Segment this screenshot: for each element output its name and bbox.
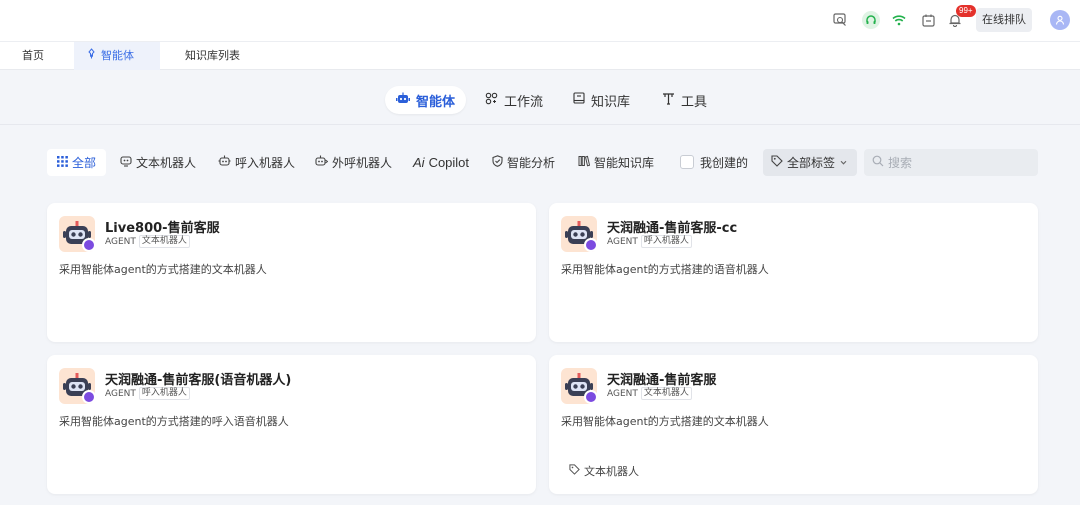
filter-label: 呼入机器人 xyxy=(235,156,296,170)
tag-icon xyxy=(569,464,580,478)
filter-smart-knowledge[interactable]: 智能知识库 xyxy=(578,149,654,176)
segment-label: 工具 xyxy=(681,94,708,110)
card-title: 天润融通-售前客服 xyxy=(607,373,717,388)
card-description: 采用智能体agent的方式搭建的文本机器人 xyxy=(59,263,267,276)
chat-search-icon[interactable] xyxy=(832,12,848,28)
segment-label: 工作流 xyxy=(504,94,544,110)
filter-text-bot[interactable]: 文本机器人 xyxy=(120,149,196,176)
card-category: 呼入机器人 xyxy=(138,387,190,400)
shield-icon xyxy=(492,155,503,170)
filter-copilot[interactable]: Ai Copilot xyxy=(413,149,469,176)
ai-icon: Ai xyxy=(413,155,425,170)
agent-card[interactable]: 天润融通-售前客服-cc AGENT 呼入机器人 采用智能体agent的方式搭建… xyxy=(549,203,1038,342)
card-meta: AGENT 呼入机器人 xyxy=(607,235,692,248)
tab-label: 智能体 xyxy=(101,49,134,62)
filter-outbound-bot[interactable]: 外呼机器人 xyxy=(315,149,392,176)
agent-badge-icon xyxy=(82,390,96,404)
search-icon xyxy=(872,155,884,170)
agent-card[interactable]: Live800-售前客服 AGENT 文本机器人 采用智能体agent的方式搭建… xyxy=(47,203,536,342)
inbound-bot-icon xyxy=(218,155,231,170)
card-category: 文本机器人 xyxy=(138,235,190,248)
tab-label: 知识库列表 xyxy=(185,49,240,62)
online-queue-button[interactable]: 在线排队 xyxy=(976,8,1032,32)
tag-icon xyxy=(771,155,783,170)
book-icon xyxy=(573,92,585,108)
tab-home[interactable]: 首页 xyxy=(22,42,44,70)
filter-all[interactable]: 全部 xyxy=(47,149,107,176)
calendar-icon[interactable] xyxy=(920,12,936,28)
card-description: 采用智能体agent的方式搭建的呼入语音机器人 xyxy=(59,415,289,428)
filter-label: 智能分析 xyxy=(507,156,556,170)
notification-badge: 99+ xyxy=(956,5,976,17)
filter-label: 智能知识库 xyxy=(594,156,655,170)
segment-knowledge[interactable]: 知识库 xyxy=(562,86,641,114)
agent-badge-icon xyxy=(584,238,598,252)
agent-card[interactable]: 天润融通-售前客服 AGENT 文本机器人 采用智能体agent的方式搭建的文本… xyxy=(549,355,1038,494)
card-type: AGENT xyxy=(105,388,136,399)
tag-select[interactable]: 全部标签 xyxy=(763,149,857,176)
tab-knowledge-list[interactable]: 知识库列表 xyxy=(185,42,240,70)
outbound-bot-icon xyxy=(315,155,329,170)
card-description: 采用智能体agent的方式搭建的语音机器人 xyxy=(561,263,769,276)
tag-select-label: 全部标签 xyxy=(787,156,836,170)
robot-icon xyxy=(396,92,410,109)
agent-badge-icon xyxy=(584,390,598,404)
tab-label: 首页 xyxy=(22,49,44,62)
agent-badge-icon xyxy=(82,238,96,252)
filter-label: 全部 xyxy=(72,156,97,170)
card-meta: AGENT 文本机器人 xyxy=(607,387,692,400)
mine-label: 我创建的 xyxy=(700,156,749,170)
filter-inbound-bot[interactable]: 呼入机器人 xyxy=(218,149,295,176)
grid-icon xyxy=(57,155,68,170)
chat-bot-icon xyxy=(120,155,132,170)
card-type: AGENT xyxy=(607,236,638,247)
card-meta: AGENT 呼入机器人 xyxy=(105,387,190,400)
segment-label: 智能体 xyxy=(416,94,456,110)
card-title: Live800-售前客服 xyxy=(105,221,220,236)
page-tabs: 首页 智能体 知识库列表 xyxy=(0,42,1080,70)
pin-icon xyxy=(86,42,97,70)
card-category: 呼入机器人 xyxy=(640,235,692,248)
card-category: 文本机器人 xyxy=(640,387,692,400)
card-title: 天润融通-售前客服-cc xyxy=(607,221,738,236)
filter-label: 外呼机器人 xyxy=(332,156,393,170)
top-bar: 99+ 在线排队 xyxy=(0,0,1080,42)
search-input[interactable] xyxy=(888,155,1028,170)
card-type: AGENT xyxy=(607,388,638,399)
card-description: 采用智能体agent的方式搭建的文本机器人 xyxy=(561,415,769,428)
segment-label: 知识库 xyxy=(591,94,631,110)
search-box xyxy=(864,149,1038,176)
workflow-icon xyxy=(485,92,498,109)
tool-icon xyxy=(662,92,675,109)
card-type: AGENT xyxy=(105,236,136,247)
chevron-down-icon xyxy=(839,156,848,170)
card-tag: 文本机器人 xyxy=(569,463,639,479)
card-meta: AGENT 文本机器人 xyxy=(105,235,190,248)
card-title: 天润融通-售前客服(语音机器人) xyxy=(105,373,292,388)
agent-card[interactable]: 天润融通-售前客服(语音机器人) AGENT 呼入机器人 采用智能体agent的… xyxy=(47,355,536,494)
divider xyxy=(0,124,1080,125)
mine-checkbox[interactable] xyxy=(680,155,694,169)
segment-workflow[interactable]: 工作流 xyxy=(474,86,554,114)
filter-label: Copilot xyxy=(428,155,470,170)
tab-agents[interactable]: 智能体 xyxy=(74,42,160,70)
avatar[interactable] xyxy=(1050,10,1070,30)
card-tag-label: 文本机器人 xyxy=(584,465,639,478)
segment-agents[interactable]: 智能体 xyxy=(385,86,467,114)
wifi-icon[interactable] xyxy=(891,12,907,28)
filter-smart-analysis[interactable]: 智能分析 xyxy=(492,149,555,176)
headset-icon[interactable] xyxy=(862,11,880,29)
library-icon xyxy=(578,155,591,170)
segment-tools[interactable]: 工具 xyxy=(651,86,718,114)
filter-label: 文本机器人 xyxy=(136,156,197,170)
